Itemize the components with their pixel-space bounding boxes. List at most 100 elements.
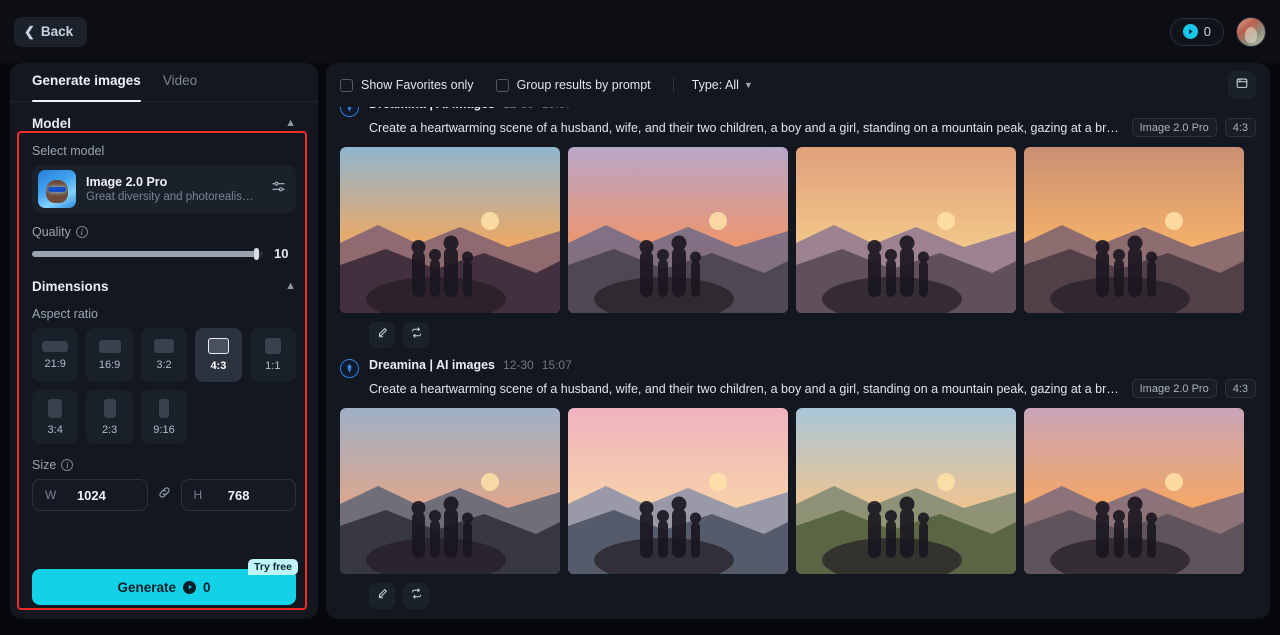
- type-filter-label: Type: All: [691, 78, 739, 92]
- credit-balance-pill[interactable]: 0: [1169, 17, 1224, 46]
- generated-image[interactable]: [340, 147, 560, 313]
- generated-image[interactable]: [568, 147, 788, 313]
- chevron-up-icon[interactable]: ▲: [285, 280, 296, 292]
- result-group-header: Dreamina | AI images 12-30 15:07 Create a h…: [340, 107, 1256, 137]
- aspect-ratio-3-4[interactable]: 3:4: [32, 390, 79, 444]
- tab-generate-images-label: Generate images: [32, 73, 141, 88]
- regenerate-button[interactable]: [403, 583, 429, 609]
- info-icon[interactable]: i: [75, 226, 88, 238]
- model-info: Image 2.0 Pro Great diversity and photor…: [86, 174, 261, 205]
- aspect-ratio-shape-icon: [264, 338, 281, 354]
- chevron-up-icon[interactable]: ▲: [285, 117, 296, 129]
- aspect-ratio-label: 3:4: [47, 423, 63, 436]
- result-date: 12-30: [503, 358, 534, 372]
- edit-button[interactable]: [369, 583, 395, 609]
- coin-icon: [1182, 24, 1198, 39]
- dreamina-logo-icon: [340, 107, 359, 117]
- generated-image-row: [340, 147, 1256, 313]
- quality-slider-fill: [32, 250, 257, 257]
- aspect-ratio-label: 1:1: [265, 360, 281, 372]
- result-group: Dreamina | AI images 12-30 15:07 Create a h…: [326, 107, 1270, 348]
- try-free-badge: Try free: [248, 559, 298, 575]
- result-row-actions: [369, 322, 1256, 348]
- tab-generate-images[interactable]: Generate images: [32, 73, 141, 102]
- model-name: Image 2.0 Pro: [86, 174, 168, 189]
- generated-image[interactable]: [568, 408, 788, 574]
- regenerate-button[interactable]: [403, 322, 429, 348]
- prompt-text: Create a heartwarming scene of a husband…: [369, 381, 1124, 396]
- aspect-ratio-shape-icon: [42, 340, 69, 352]
- image-content: [340, 408, 560, 574]
- aspect-ratio-label: 9:16: [153, 423, 175, 436]
- quality-slider[interactable]: [32, 247, 263, 260]
- result-time: 15:07: [541, 358, 572, 372]
- size-label: Size i: [32, 458, 296, 472]
- aspect-ratio-shape-icon: [103, 398, 116, 418]
- height-input[interactable]: H 768: [180, 479, 296, 511]
- pencil-icon: [376, 326, 389, 344]
- generated-image[interactable]: [1024, 408, 1244, 574]
- image-content: [568, 408, 788, 574]
- top-bar-right: 0: [1169, 16, 1266, 47]
- quality-label-text: Quality: [32, 225, 71, 239]
- group-by-prompt-checkbox[interactable]: Group results by prompt: [495, 78, 651, 92]
- avatar[interactable]: [1236, 16, 1266, 47]
- generate-button-label: Generate: [117, 579, 176, 595]
- aspect-ratio-16-9[interactable]: 16:9: [86, 328, 133, 382]
- tab-video[interactable]: Video: [163, 73, 197, 101]
- aspect-ratio-shape-icon: [207, 338, 229, 354]
- type-filter-dropdown[interactable]: Type: All ▼: [692, 78, 753, 92]
- back-button[interactable]: ❮ Back: [14, 16, 88, 47]
- ratio-tag: 4:3: [1224, 118, 1256, 137]
- sliders-icon[interactable]: [271, 179, 286, 199]
- show-favorites-checkbox[interactable]: Show Favorites only: [340, 78, 474, 92]
- generated-image[interactable]: [340, 408, 560, 574]
- aspect-ratio-shape-icon: [153, 339, 174, 353]
- width-key: W: [45, 488, 57, 502]
- info-icon[interactable]: i: [61, 459, 74, 471]
- link-icon[interactable]: [157, 485, 172, 505]
- model-selector-card[interactable]: Image 2.0 Pro Great diversity and photor…: [32, 165, 296, 213]
- aspect-ratio-21-9[interactable]: 21:9: [32, 328, 79, 382]
- model-section-body: Select model Image 2.0 Pro Great diversi…: [10, 144, 318, 261]
- generated-image[interactable]: [796, 147, 1016, 313]
- aspect-ratio-label-text: Aspect ratio: [32, 307, 99, 321]
- brand-name: Dreamina | AI images: [369, 107, 495, 111]
- filter-divider: [672, 77, 674, 93]
- result-prompt-line: Create a heartwarming scene of a husband…: [369, 118, 1256, 137]
- aspect-ratio-2-3[interactable]: 2:3: [86, 390, 133, 444]
- back-button-label: Back: [40, 24, 74, 39]
- chevron-left-icon: ❮: [24, 24, 35, 39]
- loop-arrows-icon: [410, 326, 423, 344]
- select-model-label: Select model: [32, 144, 296, 158]
- edit-button[interactable]: [369, 322, 395, 348]
- aspect-ratio-shape-icon: [98, 339, 121, 353]
- image-content: [568, 147, 788, 313]
- model-section-header[interactable]: Model ▲: [10, 108, 318, 138]
- aspect-ratio-label: 3:2: [156, 359, 172, 371]
- result-group-header: Dreamina | AI images 12-30 15:07 Create a h…: [340, 348, 1256, 398]
- results-feed[interactable]: Dreamina | AI images 12-30 15:07 Create a h…: [326, 107, 1270, 619]
- result-date: 12-30: [503, 107, 534, 111]
- dimensions-section-header[interactable]: Dimensions ▲: [10, 271, 318, 301]
- aspect-ratio-9-16[interactable]: 9:16: [140, 390, 188, 444]
- archive-folder-button[interactable]: [1228, 71, 1256, 99]
- generate-cost: 0: [203, 579, 211, 595]
- aspect-ratio-label: Aspect ratio: [32, 307, 296, 321]
- panel-tabs: Generate images Video: [10, 63, 318, 102]
- aspect-ratio-4-3[interactable]: 4:3: [195, 328, 242, 382]
- top-bar: ❮ Back 0: [0, 0, 1280, 63]
- aspect-ratio-1-1[interactable]: 1:1: [249, 328, 296, 382]
- quality-slider-row: 10: [32, 246, 296, 261]
- loop-arrows-icon: [410, 587, 423, 605]
- generate-button[interactable]: Generate 0 Try free: [32, 559, 298, 605]
- aspect-ratio-3-2[interactable]: 3:2: [140, 328, 188, 382]
- generated-image[interactable]: [796, 408, 1016, 574]
- model-thumbnail: [38, 170, 76, 208]
- result-group-meta: Dreamina | AI images 12-30 15:07 Create a h…: [369, 358, 1256, 398]
- generated-image[interactable]: [1024, 147, 1244, 313]
- width-input[interactable]: W 1024: [32, 479, 148, 511]
- archive-folder-icon: [1235, 76, 1249, 95]
- quality-slider-handle[interactable]: [254, 247, 260, 260]
- model-section-title: Model: [32, 115, 71, 131]
